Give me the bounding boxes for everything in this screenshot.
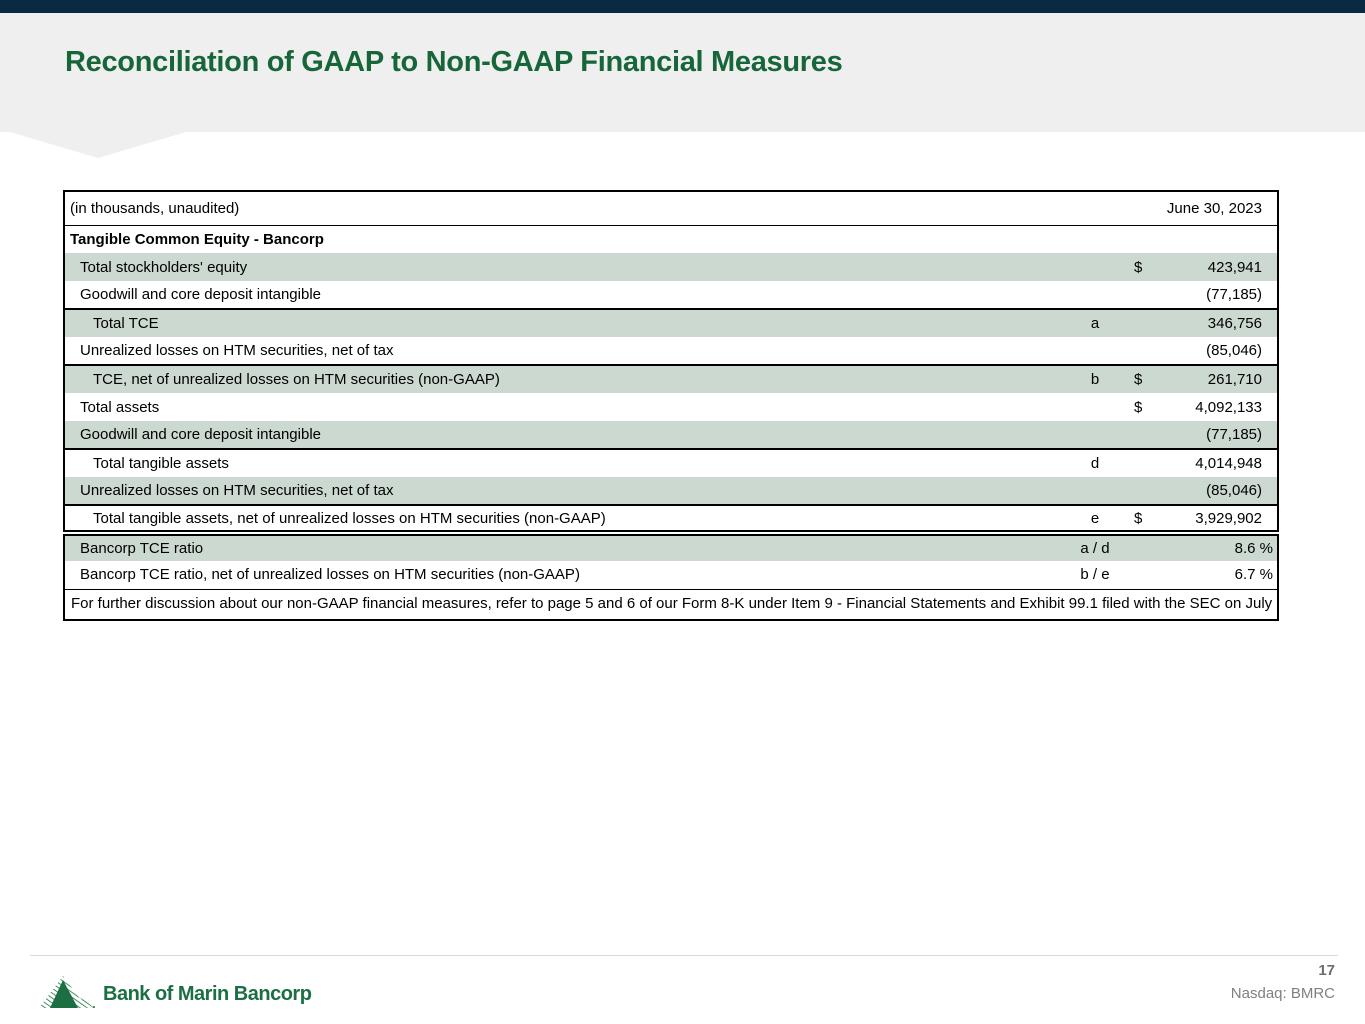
row-ref: [1064, 253, 1126, 281]
row-dollar-sign: [1126, 421, 1156, 449]
row-value: (85,046): [1156, 337, 1278, 365]
row-ref: a / d: [1064, 533, 1126, 561]
row-dollar-sign: [1126, 309, 1156, 337]
table-row: Total stockholders' equity $ 423,941: [64, 253, 1278, 281]
row-ref: [1064, 393, 1126, 421]
logo-wordmark: Bank of Marin Bancorp: [103, 983, 311, 1006]
footnote-row: For further discussion about our non-GAA…: [64, 589, 1278, 620]
bank-of-marin-logo: Bank of Marin Bancorp: [38, 974, 311, 1015]
row-ref: d: [1064, 449, 1126, 477]
table-row-ratio: Bancorp TCE ratio a / d 8.6 %: [64, 533, 1278, 561]
row-value: 423,941: [1156, 253, 1278, 281]
row-label: Bancorp TCE ratio: [64, 533, 1064, 561]
row-ref: [1064, 421, 1126, 449]
row-value: (85,046): [1156, 477, 1278, 505]
table-row-subtotal: Total tangible assets d 4,014,948: [64, 449, 1278, 477]
table-row-subtotal: Total TCE a 346,756: [64, 309, 1278, 337]
row-label: Total tangible assets: [64, 449, 1064, 477]
row-label: Total tangible assets, net of unrealized…: [64, 505, 1064, 533]
row-dollar-sign: [1126, 449, 1156, 477]
row-ref: a: [1064, 309, 1126, 337]
footnote-text: For further discussion about our non-GAA…: [64, 589, 1278, 620]
row-label: Unrealized losses on HTM securities, net…: [64, 337, 1064, 365]
table-row: Goodwill and core deposit intangible (77…: [64, 421, 1278, 449]
row-dollar-sign: $: [1126, 253, 1156, 281]
gaap-reconciliation-table: (in thousands, unaudited) June 30, 2023 …: [63, 190, 1279, 621]
column-date-header: June 30, 2023: [1064, 191, 1278, 225]
section-title-row: Tangible Common Equity - Bancorp: [64, 225, 1278, 253]
row-value: 346,756: [1156, 309, 1278, 337]
table-row: Goodwill and core deposit intangible (77…: [64, 281, 1278, 309]
row-dollar-sign: [1126, 337, 1156, 365]
row-label: Goodwill and core deposit intangible: [64, 281, 1064, 309]
row-value: 8.6 %: [1156, 533, 1278, 561]
row-ref: e: [1064, 505, 1126, 533]
mountain-logo-icon: [38, 974, 96, 1015]
row-dollar-sign: [1126, 477, 1156, 505]
row-value: 4,014,948: [1156, 449, 1278, 477]
slide: { "slide": { "title": "Reconciliation of…: [0, 0, 1365, 1024]
ticker-label: Nasdaq: BMRC: [1231, 985, 1335, 1002]
row-ref: [1064, 477, 1126, 505]
row-label: TCE, net of unrealized losses on HTM sec…: [64, 365, 1064, 393]
row-value: 3,929,902: [1156, 505, 1278, 533]
title-band: Reconciliation of GAAP to Non-GAAP Finan…: [0, 13, 1365, 132]
row-value: 261,710: [1156, 365, 1278, 393]
row-ref: b: [1064, 365, 1126, 393]
top-accent-bar: [0, 0, 1365, 13]
footer-divider: [30, 955, 1338, 956]
table-row: Total assets $ 4,092,133: [64, 393, 1278, 421]
row-dollar-sign: [1126, 561, 1156, 589]
row-dollar-sign: [1126, 281, 1156, 309]
table-row-subtotal: Total tangible assets, net of unrealized…: [64, 505, 1278, 533]
row-ref: b / e: [1064, 561, 1126, 589]
row-ref: [1064, 281, 1126, 309]
row-ref: [1064, 337, 1126, 365]
table-header-row: (in thousands, unaudited) June 30, 2023: [64, 191, 1278, 225]
section-title: Tangible Common Equity - Bancorp: [64, 225, 1278, 253]
row-label: Total assets: [64, 393, 1064, 421]
page-title: Reconciliation of GAAP to Non-GAAP Finan…: [65, 46, 842, 79]
table-row: Unrealized losses on HTM securities, net…: [64, 337, 1278, 365]
row-label: Total stockholders' equity: [64, 253, 1064, 281]
row-dollar-sign: [1126, 533, 1156, 561]
row-label: Unrealized losses on HTM securities, net…: [64, 477, 1064, 505]
units-note: (in thousands, unaudited): [64, 191, 1064, 225]
row-value: (77,185): [1156, 421, 1278, 449]
page-number: 17: [1318, 962, 1335, 979]
table-row-ratio: Bancorp TCE ratio, net of unrealized los…: [64, 561, 1278, 589]
table-row: Unrealized losses on HTM securities, net…: [64, 477, 1278, 505]
row-value: (77,185): [1156, 281, 1278, 309]
row-dollar-sign: $: [1126, 505, 1156, 533]
row-label: Bancorp TCE ratio, net of unrealized los…: [64, 561, 1064, 589]
band-chevron-decoration: [10, 132, 186, 158]
row-dollar-sign: $: [1126, 393, 1156, 421]
row-label: Total TCE: [64, 309, 1064, 337]
row-label: Goodwill and core deposit intangible: [64, 421, 1064, 449]
row-value: 6.7 %: [1156, 561, 1278, 589]
row-value: 4,092,133: [1156, 393, 1278, 421]
row-dollar-sign: $: [1126, 365, 1156, 393]
table-row-subtotal: TCE, net of unrealized losses on HTM sec…: [64, 365, 1278, 393]
